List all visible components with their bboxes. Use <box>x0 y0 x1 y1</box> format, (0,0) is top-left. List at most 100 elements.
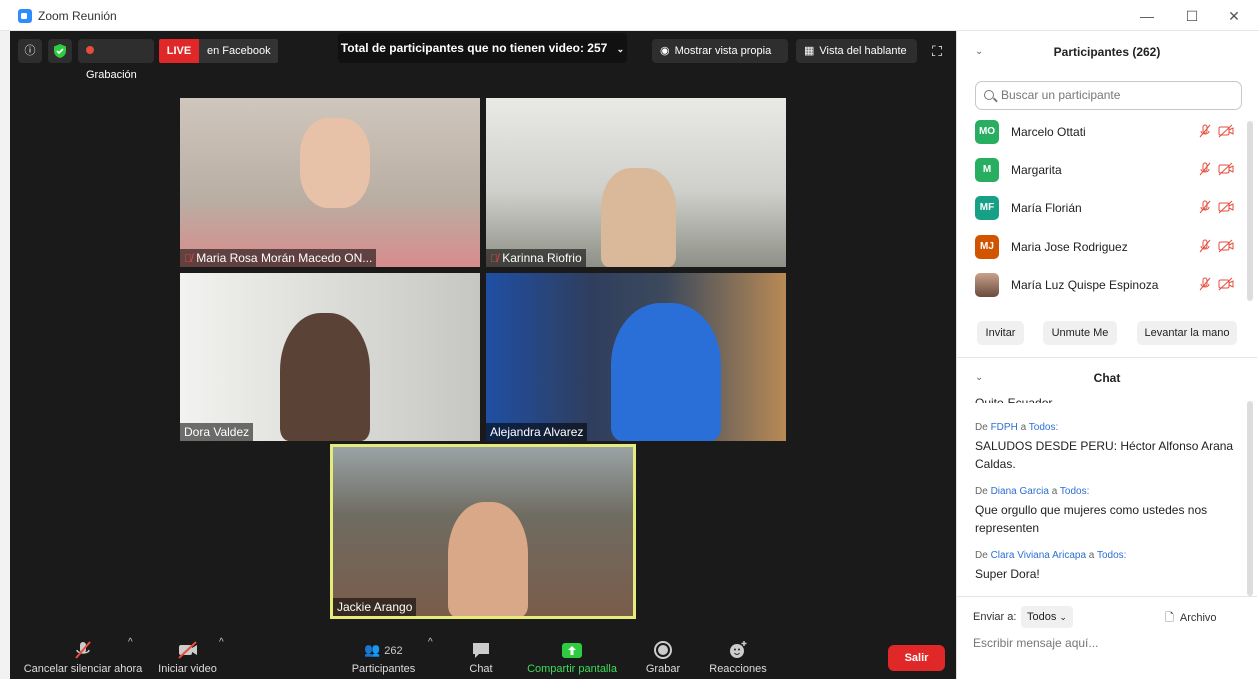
participants-icon: 👥 262 <box>364 642 403 657</box>
recipient-name: Todos: <box>1028 422 1059 433</box>
unmute-me-button[interactable]: Unmute Me <box>1043 321 1117 345</box>
file-label: Archivo <box>1179 612 1217 624</box>
tile-name-label: Dora Valdez <box>184 425 250 439</box>
recipient-name: Todos: <box>1096 550 1127 561</box>
muted-mic-icon: 🎙̸ <box>490 253 499 265</box>
chat-title: Chat <box>1093 371 1121 385</box>
share-screen-button[interactable]: Compartir pantalla <box>520 639 624 679</box>
no-video-count-banner[interactable]: Total de participantes que no tienen vid… <box>338 33 627 63</box>
participant-name: Marcelo Ottati <box>1011 125 1086 139</box>
participant-search-input[interactable]: Buscar un participante <box>975 81 1242 110</box>
file-button[interactable]: 🗋 Archivo <box>1165 609 1217 628</box>
video-options-chevron-icon[interactable]: ^ <box>219 637 224 648</box>
participants-title: Participantes (262) <box>1053 45 1161 59</box>
recording-dot-icon <box>86 46 94 54</box>
chat-button[interactable]: Chat <box>456 639 506 679</box>
participant-name: Maria Jose Rodriguez <box>1011 240 1128 254</box>
fullscreen-icon[interactable]: ⛶ <box>925 39 949 63</box>
chat-message-text: Super Dora! <box>975 567 1040 581</box>
active-speaker-tile[interactable]: Jackie Arango <box>330 444 636 619</box>
desktop-edge <box>0 31 10 679</box>
video-tile[interactable]: Dora Valdez <box>180 273 480 441</box>
participant-video <box>280 313 370 441</box>
participant-video <box>611 303 721 441</box>
send-to-label: Enviar a: <box>973 611 1017 623</box>
video-stage: ⓘ Grabación LIVE en Facebook Total de pa… <box>10 31 956 679</box>
participants-button[interactable]: 👥 262 Participantes <box>346 639 421 679</box>
participant-video <box>601 168 676 267</box>
info-icon[interactable]: ⓘ <box>18 39 42 63</box>
video-off-icon <box>1218 239 1234 253</box>
start-video-button[interactable]: Iniciar video <box>150 639 225 679</box>
speaker-view-button[interactable]: ▦ Vista del hablante <box>796 39 917 63</box>
chat-message[interactable]: De FDPH a Todos: SALUDOS DESDE PERU: Héc… <box>975 419 1235 473</box>
share-screen-icon <box>562 643 582 658</box>
live-badge[interactable]: LIVE <box>159 39 199 63</box>
chevron-down-icon: ⌄ <box>616 44 625 54</box>
participant-name: María Florián <box>1011 201 1082 215</box>
divider <box>957 357 1257 358</box>
search-icon <box>984 90 994 100</box>
unmute-options-chevron-icon[interactable]: ^ <box>128 637 133 648</box>
recording-indicator[interactable]: Grabación <box>78 39 154 81</box>
show-self-view-label: Mostrar vista propia <box>674 45 772 57</box>
close-button[interactable]: ✕ <box>1222 6 1246 26</box>
participant-row[interactable]: María Luz Quispe Espinoza <box>975 272 1245 298</box>
tile-name-label: Jackie Arango <box>337 600 413 614</box>
tile-name: Dora Valdez <box>180 423 254 441</box>
video-tile[interactable]: Alejandra Alvarez <box>486 273 786 441</box>
from-prefix: De <box>975 550 988 561</box>
from-prefix: De <box>975 422 988 433</box>
muted-mic-icon <box>75 641 91 659</box>
chat-message[interactable]: De Clara Viviana Aricapa a Todos: Super … <box>975 547 1235 583</box>
maximize-button[interactable]: ☐ <box>1180 6 1204 26</box>
chevron-down-icon: ⌄ <box>1059 612 1067 622</box>
chat-scrollbar[interactable] <box>1247 401 1253 596</box>
video-tile[interactable]: 🎙̸ Maria Rosa Morán Macedo ON... <box>180 98 480 267</box>
invite-button[interactable]: Invitar <box>977 321 1024 345</box>
zoom-app-icon <box>18 9 32 23</box>
chat-partial-message: Quito-Ecuador <box>975 396 1053 403</box>
video-off-icon <box>177 641 197 659</box>
record-button[interactable]: Grabar <box>638 639 688 679</box>
window-title: Zoom Reunión <box>38 9 117 23</box>
zoom-window: Zoom Reunión — ☐ ✕ ⓘ Grabación LIVE en F… <box>0 0 1259 679</box>
participant-row[interactable]: MF María Florián <box>975 195 1245 221</box>
recipient-dropdown[interactable]: Todos ⌄ <box>1021 606 1073 628</box>
muted-mic-icon <box>1199 124 1211 138</box>
minimize-button[interactable]: — <box>1135 6 1159 26</box>
security-shield-icon[interactable] <box>48 39 72 63</box>
side-panel: ⌄ Participantes (262) Buscar un particip… <box>956 31 1259 679</box>
to-prefix: a <box>1088 550 1095 561</box>
unmute-label: Cancelar silenciar ahora <box>23 663 143 675</box>
record-icon <box>654 641 672 659</box>
video-tile[interactable]: 🎙̸ Karinna Riofrio <box>486 98 786 267</box>
tile-name: Jackie Arango <box>333 598 417 616</box>
sender-name: Clara Viviana Aricapa <box>990 550 1087 561</box>
video-off-icon <box>1218 162 1234 176</box>
avatar: MO <box>975 120 999 144</box>
muted-mic-icon <box>1199 277 1211 291</box>
show-self-view-button[interactable]: ◉ Mostrar vista propia <box>652 39 788 63</box>
chat-input[interactable]: Escribir mensaje aquí... <box>973 636 1098 650</box>
participants-scrollbar[interactable] <box>1247 121 1253 301</box>
muted-mic-icon <box>1199 239 1211 253</box>
video-off-icon <box>1218 200 1234 214</box>
participant-row[interactable]: MJ Maria Jose Rodriguez <box>975 234 1245 260</box>
start-video-label: Iniciar video <box>158 663 217 675</box>
chat-message[interactable]: De Diana Garcia a Todos: Que orgullo que… <box>975 483 1235 537</box>
sender-name: FDPH <box>990 422 1018 433</box>
recipient-name: Todos: <box>1059 486 1090 497</box>
facebook-stream-label[interactable]: en Facebook <box>199 39 278 63</box>
leave-button[interactable]: Salir <box>888 645 945 671</box>
to-prefix: a <box>1020 422 1027 433</box>
muted-mic-icon: 🎙̸ <box>184 253 193 265</box>
tile-name: 🎙̸ Maria Rosa Morán Macedo ON... <box>180 249 377 267</box>
tile-name: 🎙̸ Karinna Riofrio <box>486 249 586 267</box>
participant-row[interactable]: MO Marcelo Ottati <box>975 119 1245 145</box>
smiley-icon <box>730 641 747 658</box>
raise-hand-button[interactable]: Levantar la mano <box>1137 321 1237 345</box>
reactions-button[interactable]: Reacciones <box>704 639 772 679</box>
participant-row[interactable]: M Margarita <box>975 157 1245 183</box>
participants-options-chevron-icon[interactable]: ^ <box>428 637 433 648</box>
